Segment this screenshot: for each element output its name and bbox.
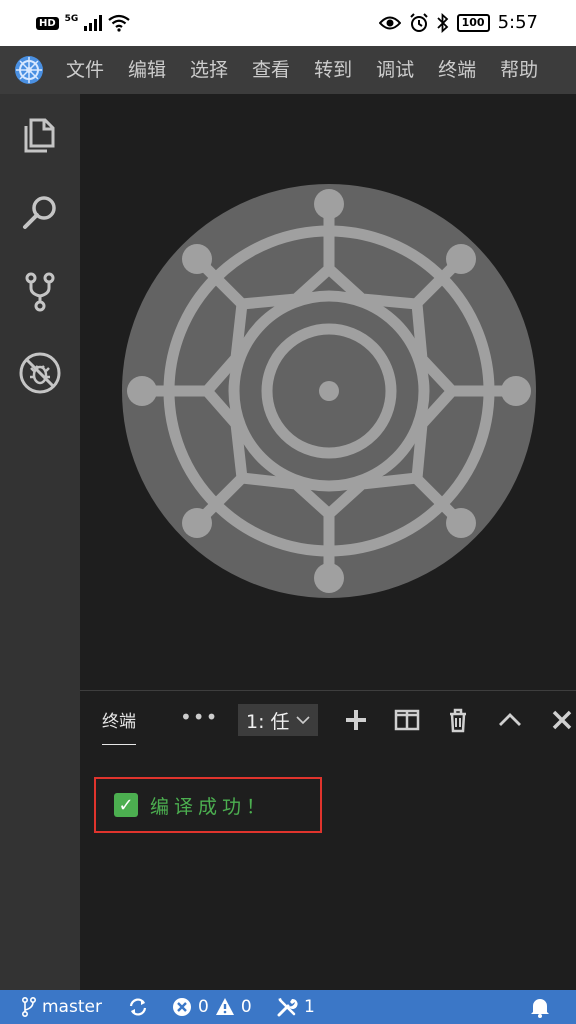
warning-count: 0 — [240, 997, 252, 1017]
menu-view[interactable]: 查看 — [240, 46, 302, 94]
wifi-icon — [108, 14, 131, 32]
error-count: 0 — [198, 997, 209, 1017]
menu-debug[interactable]: 调试 — [364, 46, 426, 94]
battery-icon: 100 — [456, 13, 490, 32]
source-control-icon[interactable] — [17, 268, 63, 314]
tools-count: 1 — [304, 997, 315, 1017]
sync-button[interactable] — [128, 990, 148, 1024]
app-logo-icon[interactable] — [14, 55, 44, 85]
check-mark-icon: ✓ — [114, 793, 138, 817]
close-panel-icon[interactable] — [549, 707, 575, 733]
alarm-icon — [409, 12, 428, 32]
search-icon[interactable] — [17, 190, 63, 236]
terminal-select-value: 1: 任 — [246, 710, 290, 733]
status-bar: master 0 0 1 — [0, 990, 576, 1024]
git-branch-name: master — [42, 997, 102, 1017]
menu-terminal[interactable]: 终端 — [426, 46, 488, 94]
warning-icon — [215, 998, 234, 1015]
terminal-output-line: 编译成功！ — [150, 795, 271, 818]
split-terminal-button[interactable] — [394, 707, 420, 733]
tools-icon — [277, 998, 298, 1017]
menu-help[interactable]: 帮助 — [488, 46, 550, 94]
bell-icon — [531, 999, 549, 1018]
editor-area — [80, 94, 576, 690]
terminal-select[interactable]: 1: 任 — [238, 704, 318, 736]
error-icon — [173, 998, 191, 1016]
notifications-button[interactable] — [530, 990, 550, 1024]
phone-status-bar: HD 5G 100 5:57 — [0, 0, 576, 46]
menu-go[interactable]: 转到 — [302, 46, 364, 94]
highlight-box: ✓ 编译成功！ — [94, 777, 322, 833]
menu-selection[interactable]: 选择 — [178, 46, 240, 94]
add-terminal-button[interactable] — [343, 707, 369, 733]
sync-icon — [129, 998, 147, 1016]
problems-indicator[interactable]: 0 0 — [172, 990, 252, 1024]
eye-icon — [378, 16, 401, 29]
bluetooth-icon — [436, 12, 448, 33]
chevron-down-icon — [295, 716, 310, 725]
explorer-icon[interactable] — [17, 110, 63, 156]
menu-edit[interactable]: 编辑 — [116, 46, 178, 94]
hd-badge: HD — [36, 16, 59, 30]
more-actions-button[interactable]: ••• — [180, 705, 218, 729]
network-type: 5G — [64, 14, 79, 24]
phone-status-left: HD 5G — [36, 14, 131, 32]
menu-bar: 文件 编辑 选择 查看 转到 调试 终端 帮助 — [0, 46, 576, 94]
git-branch-indicator[interactable]: master — [22, 990, 102, 1024]
git-branch-icon — [22, 997, 36, 1017]
phone-status-right: 100 5:57 — [378, 12, 538, 33]
terminal-output[interactable]: ✓ 编译成功！ — [80, 761, 576, 991]
signal-icon — [84, 15, 103, 31]
vscode-watermark-icon — [122, 184, 536, 598]
debug-icon[interactable] — [17, 350, 63, 396]
tab-terminal[interactable]: 终端 — [102, 707, 136, 745]
menu-file[interactable]: 文件 — [54, 46, 116, 94]
trash-icon[interactable] — [445, 707, 471, 733]
activity-bar — [0, 94, 80, 990]
maximize-panel-chevron-up-icon[interactable] — [497, 707, 523, 733]
phone-clock: 5:57 — [497, 12, 538, 33]
terminal-panel: 终端 ••• 1: 任 ✓ 编译成功！ — [80, 690, 576, 990]
tools-indicator[interactable]: 1 — [276, 990, 315, 1024]
